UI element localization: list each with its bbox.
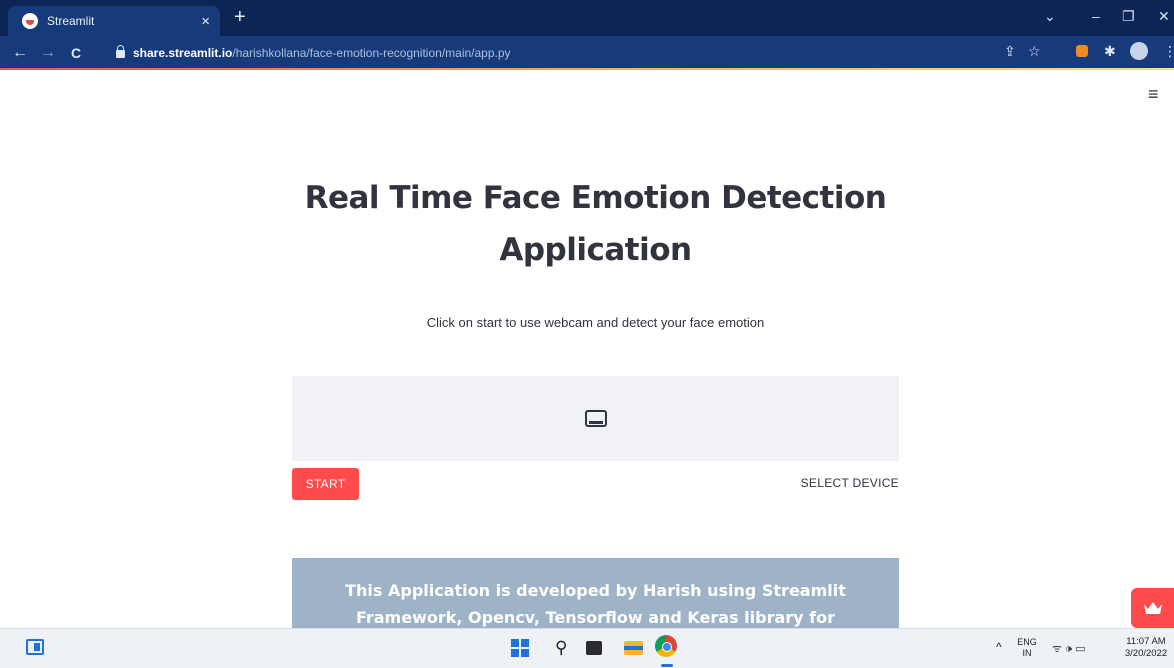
- language-indicator[interactable]: ENG IN: [1014, 637, 1040, 659]
- tab-close-icon[interactable]: ×: [201, 13, 210, 30]
- language-region: IN: [1022, 648, 1032, 658]
- browser-tab-streamlit[interactable]: Streamlit ×: [8, 6, 220, 36]
- tray-overflow-chevron-icon[interactable]: ^: [996, 640, 1002, 654]
- url-path: /harishkollana/face-emotion-recognition/…: [232, 45, 511, 60]
- reload-button[interactable]: C: [64, 45, 88, 61]
- minimize-button[interactable]: –: [1092, 8, 1100, 24]
- tab-title: Streamlit: [47, 14, 95, 28]
- close-window-button[interactable]: ✕: [1158, 8, 1170, 25]
- streamlit-header-decoration: [0, 68, 1174, 70]
- tab-search-icon[interactable]: ⌄: [1044, 8, 1056, 25]
- url-text[interactable]: share.streamlit.io/harishkollana/face-em…: [133, 46, 511, 60]
- language-code: ENG: [1017, 637, 1037, 647]
- lock-icon[interactable]: [116, 45, 125, 58]
- streamlit-favicon-icon: [22, 13, 38, 29]
- metamask-extension-icon[interactable]: [1076, 45, 1088, 57]
- clock-date: 3/20/2022: [1124, 648, 1168, 659]
- restore-button[interactable]: ❐: [1122, 8, 1135, 25]
- search-icon[interactable]: ⚲: [555, 638, 567, 658]
- video-placeholder-icon: [584, 410, 607, 427]
- hamburger-menu-icon[interactable]: ≡: [1148, 84, 1159, 105]
- share-icon[interactable]: ⇪: [1004, 43, 1016, 60]
- task-view-icon[interactable]: [586, 641, 602, 655]
- profile-avatar[interactable]: [1130, 42, 1148, 60]
- windows-taskbar: ⚲ ^ ENG IN ᯤ 🕩 ▭ 11:07 AM 3/20/2022: [0, 628, 1174, 668]
- start-button[interactable]: START: [292, 468, 359, 500]
- system-clock[interactable]: 11:07 AM 3/20/2022: [1118, 636, 1174, 660]
- webcam-preview-area: [292, 376, 899, 461]
- url-host: share.streamlit.io: [133, 45, 233, 60]
- streamlit-badge-button[interactable]: [1131, 588, 1174, 628]
- info-text: This Application is developed by Harish …: [345, 581, 846, 627]
- back-button[interactable]: ←: [8, 44, 32, 62]
- chrome-taskbar-icon[interactable]: [655, 635, 677, 657]
- page-subtitle: Click on start to use webcam and detect …: [426, 315, 765, 330]
- network-volume-battery-icons[interactable]: ᯤ 🕩 ▭: [1052, 641, 1085, 656]
- extensions-puzzle-icon[interactable]: ✱: [1104, 43, 1116, 60]
- select-device-button[interactable]: SELECT DEVICE: [790, 476, 899, 490]
- file-explorer-icon[interactable]: [624, 641, 643, 655]
- new-tab-button[interactable]: +: [234, 7, 246, 27]
- info-banner: This Application is developed by Harish …: [292, 558, 899, 638]
- page-title: Real Time Face Emotion Detection Applica…: [304, 180, 887, 268]
- crown-icon: [1143, 602, 1162, 614]
- bookmark-star-icon[interactable]: ☆: [1028, 43, 1041, 60]
- forward-button[interactable]: →: [36, 44, 60, 62]
- browser-menu-icon[interactable]: ⋮: [1163, 43, 1174, 60]
- address-bar[interactable]: share.streamlit.io/harishkollana/face-em…: [102, 40, 982, 65]
- windows-start-icon[interactable]: [511, 639, 529, 657]
- browser-tab-strip: Streamlit × + ⌄ – ❐ ✕: [0, 0, 1174, 36]
- clock-time: 11:07 AM: [1126, 636, 1166, 647]
- widgets-icon[interactable]: [26, 639, 44, 655]
